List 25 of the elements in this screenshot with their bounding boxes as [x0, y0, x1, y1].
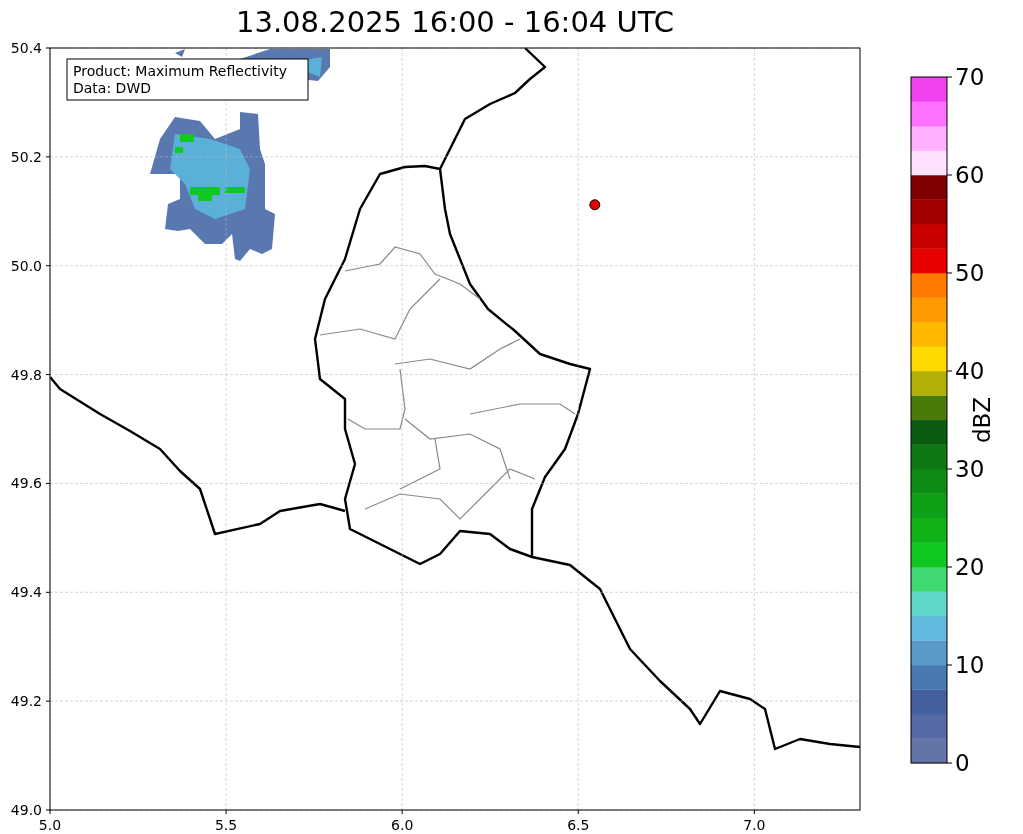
colorbar-tick-label: 60 [955, 162, 985, 188]
chart-title: 13.08.2025 16:00 - 16:04 UTC [236, 7, 674, 37]
colorbar-tick-label: 40 [955, 358, 985, 384]
x-tick-label: 5.5 [214, 817, 238, 833]
y-tick-label: 50.4 [10, 40, 42, 56]
colorbar-label: dBZ [969, 396, 995, 444]
x-tick-label: 6.0 [391, 817, 414, 833]
y-tick-label: 49.0 [10, 802, 42, 818]
y-tick-label: 49.2 [10, 693, 42, 710]
colorbar-tick-label: 0 [955, 750, 970, 776]
colorbar-tick-label: 30 [955, 456, 985, 482]
info-text: Product: Maximum Reflectivity [73, 63, 287, 79]
y-tick-label: 50.2 [10, 148, 42, 165]
y-tick-label: 50.0 [10, 257, 42, 274]
y-tick-label: 49.4 [10, 584, 42, 601]
y-tick-label: 49.8 [10, 366, 42, 383]
colorbar-tick-label: 70 [955, 64, 985, 90]
x-tick-label: 7.0 [743, 817, 766, 833]
y-tick-label: 49.6 [10, 475, 42, 492]
x-tick-label: 6.5 [567, 817, 590, 833]
colorbar-tick-label: 20 [955, 554, 985, 580]
x-tick-label: 5.0 [38, 817, 62, 833]
colorbar-tick-label: 10 [955, 652, 985, 678]
info-text: Data: DWD [73, 80, 151, 96]
colorbar-tick-label: 50 [955, 260, 985, 286]
